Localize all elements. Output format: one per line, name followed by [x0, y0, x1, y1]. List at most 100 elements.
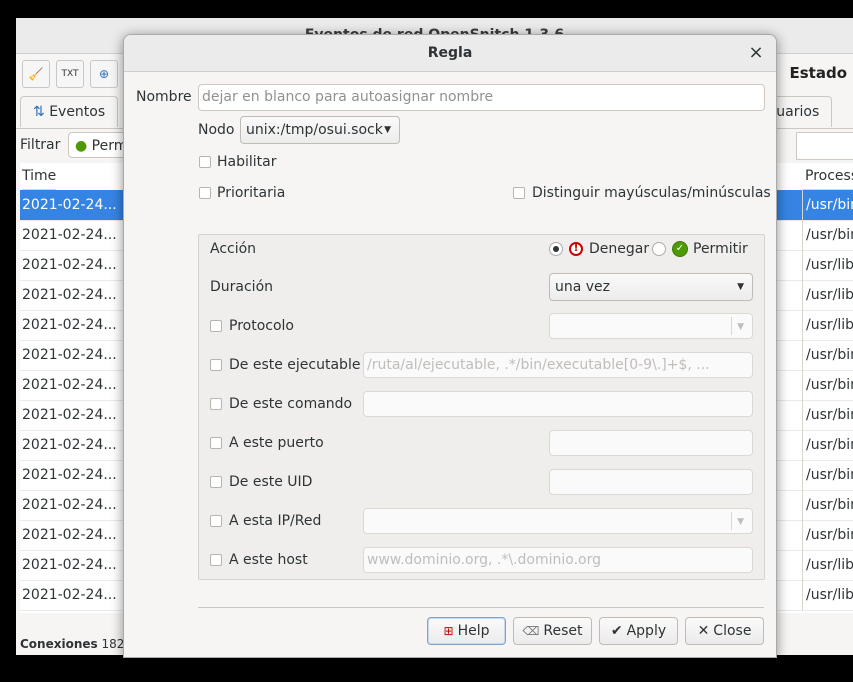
reset-label: Reset [543, 623, 583, 639]
row-time: 2021-02-24... [22, 287, 117, 303]
rule-dialog: Regla × Nombre dejar en blanco para auto… [123, 34, 777, 658]
clear-icon: ⌫ [522, 624, 540, 638]
host-checkbox[interactable] [210, 554, 222, 566]
ejecutable-input[interactable]: /ruta/al/ejecutable, .*/bin/executable[0… [363, 352, 753, 378]
row-process: /usr/bin [802, 190, 853, 220]
habilitar-checkbox[interactable] [199, 156, 211, 168]
row-process: /usr/lib/ [802, 550, 853, 580]
prioritaria-checkbox[interactable] [199, 187, 211, 199]
host-input[interactable]: www.dominio.org, .*\.dominio.org [363, 547, 753, 573]
reset-button[interactable]: ⌫ Reset [513, 617, 592, 645]
help-button[interactable]: ⊞ Help [427, 617, 506, 645]
accion-label: Acción [210, 241, 257, 257]
col-header-process[interactable]: Process [802, 163, 853, 190]
help-label: Help [457, 623, 490, 639]
close-label: Close [713, 623, 752, 639]
uid-checkbox[interactable] [210, 476, 222, 488]
puerto-input[interactable] [549, 430, 753, 456]
apply-label: Apply [626, 623, 667, 639]
status-label: Conexiones [20, 637, 98, 651]
chevron-down-icon: ▼ [384, 125, 391, 135]
row-time: 2021-02-24... [22, 497, 117, 513]
nodo-label: Nodo [198, 122, 235, 138]
habilitar-label: Habilitar [217, 154, 277, 170]
duracion-label: Duración [210, 279, 274, 295]
allow-icon: ✓ [672, 241, 688, 257]
row-process: /usr/bin [802, 460, 853, 490]
filter-search-input[interactable] [796, 132, 853, 160]
comando-input[interactable] [363, 391, 753, 417]
chevron-down-icon: ▼ [737, 322, 744, 332]
text-icon[interactable]: TXT [56, 60, 84, 88]
row-process: /usr/lib/ [802, 280, 853, 310]
permitir-radio[interactable] [652, 242, 666, 256]
host-placeholder: www.dominio.org, .*\.dominio.org [367, 552, 601, 568]
chevron-down-icon: ▼ [737, 282, 744, 292]
row-time: 2021-02-24... [22, 347, 117, 363]
uid-input[interactable] [549, 469, 753, 495]
filter-label: Filtrar [20, 137, 61, 153]
nombre-input[interactable]: dejar en blanco para autoasignar nombre [198, 84, 765, 111]
row-process: /usr/lib/ [802, 250, 853, 280]
ejecutable-placeholder: /ruta/al/ejecutable, .*/bin/executable[0… [367, 357, 710, 373]
close-button[interactable]: ✕ Close [685, 617, 764, 645]
host-label: A este host [229, 552, 308, 568]
row-time: 2021-02-24... [22, 467, 117, 483]
denegar-radio[interactable] [549, 242, 563, 256]
new-rule-icon[interactable]: ⊕ [90, 60, 118, 88]
duracion-combo[interactable]: una vez ▼ [549, 273, 753, 301]
close-icon: ✕ [697, 623, 710, 639]
nodo-combo[interactable]: unix:/tmp/osui.sock ▼ [240, 116, 400, 144]
distinguir-label: Distinguir mayúsculas/minúsculas [532, 185, 771, 201]
tab-eventos[interactable]: ⇅ Eventos [20, 96, 119, 127]
row-time: 2021-02-24... [22, 407, 117, 423]
dialog-titlebar: Regla × [124, 35, 776, 72]
row-process: /usr/bin [802, 340, 853, 370]
puerto-checkbox[interactable] [210, 437, 222, 449]
row-process: /usr/lib/ [802, 310, 853, 340]
row-process: /usr/bin [802, 430, 853, 460]
col-header-time[interactable]: Time [22, 163, 57, 190]
events-icon: ⇅ [33, 104, 45, 120]
clean-icon[interactable]: 🧹 [22, 60, 50, 88]
duracion-value: una vez [555, 279, 611, 295]
row-process: /usr/lib/ [802, 580, 853, 610]
estado-label: Estado [789, 64, 847, 82]
row-time: 2021-02-24... [22, 227, 117, 243]
apply-icon: ✔ [610, 623, 623, 639]
status-bar: Conexiones 1821 [20, 637, 132, 651]
protocolo-checkbox[interactable] [210, 320, 222, 332]
nodo-value: unix:/tmp/osui.sock [246, 122, 383, 138]
comando-checkbox[interactable] [210, 398, 222, 410]
prioritaria-label: Prioritaria [217, 185, 286, 201]
ejecutable-label: De este ejecutable [229, 357, 361, 373]
close-icon[interactable]: × [746, 43, 766, 63]
row-time: 2021-02-24... [22, 527, 117, 543]
row-time: 2021-02-24... [22, 377, 117, 393]
distinguir-checkbox[interactable] [513, 187, 525, 199]
nombre-label: Nombre [136, 89, 192, 105]
ipred-checkbox[interactable] [210, 515, 222, 527]
row-time: 2021-02-24... [22, 257, 117, 273]
allow-icon: ● [75, 138, 88, 154]
help-icon: ⊞ [443, 624, 454, 638]
denegar-label: Denegar [589, 241, 650, 257]
combo-separator [731, 317, 732, 335]
apply-button[interactable]: ✔ Apply [599, 617, 678, 645]
row-process: /usr/bin [802, 520, 853, 550]
protocolo-combo[interactable]: ▼ [549, 313, 753, 339]
comando-label: De este comando [229, 396, 353, 412]
row-process: /usr/bin [802, 220, 853, 250]
ejecutable-checkbox[interactable] [210, 359, 222, 371]
row-process: /usr/bin [802, 490, 853, 520]
row-time: 2021-02-24... [22, 437, 117, 453]
dialog-title: Regla [427, 45, 473, 61]
uid-label: De este UID [229, 474, 313, 490]
protocolo-label: Protocolo [229, 318, 294, 334]
nombre-placeholder: dejar en blanco para autoasignar nombre [202, 89, 494, 105]
dialog-separator [198, 607, 764, 608]
combo-separator [731, 512, 732, 530]
ipred-combo[interactable]: ▼ [363, 508, 753, 534]
row-time: 2021-02-24... [22, 557, 117, 573]
ipred-label: A esta IP/Red [229, 513, 322, 529]
